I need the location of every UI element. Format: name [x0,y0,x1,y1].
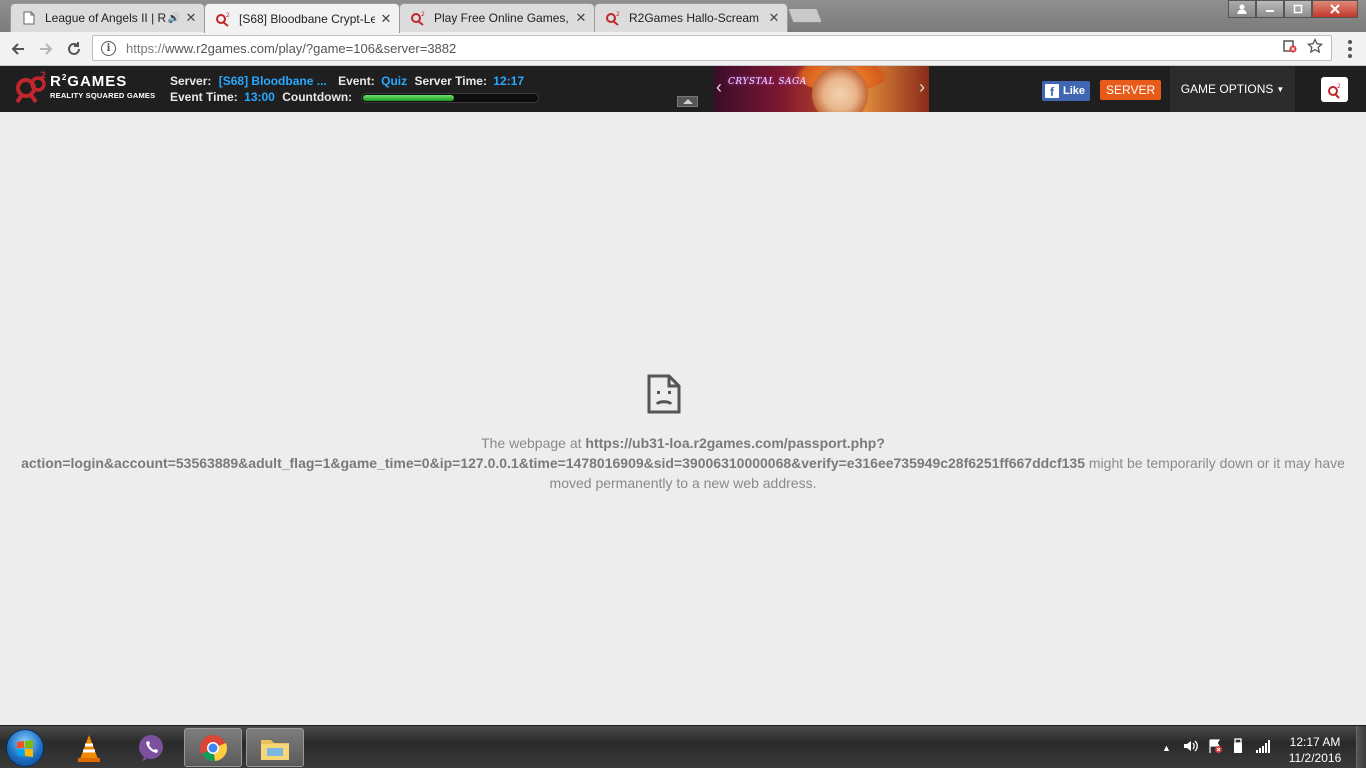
new-tab-button[interactable] [787,8,823,23]
tab-close-icon[interactable]: ✕ [574,10,588,26]
facebook-like-button[interactable]: f Like [1042,81,1091,101]
r2games-icon: 2 [605,10,621,26]
crystal-saga-banner[interactable]: CRYSTAL SAGA ‹ › [714,66,929,112]
error-message: The webpage at https://ub31-loa.r2games.… [21,435,1345,491]
event-time-label: Event Time: [170,90,238,104]
event-label: Event: [338,74,375,88]
info-icon[interactable]: i [101,40,116,56]
start-button[interactable] [6,729,44,767]
reload-icon [68,42,80,55]
browser-toolbar: i https://www.r2games.com/play/?game=106… [0,32,1366,66]
bookmark-star-icon[interactable] [1306,37,1324,58]
clock-date: 11/2/2016 [1288,751,1342,765]
action-center-flag-icon[interactable] [1207,738,1223,757]
tab-league-of-angels[interactable]: League of Angels II | R2Games 🔊 ✕ [10,3,205,32]
tab-play-free-online-games[interactable]: 2 Play Free Online Games, R2Games ✕ [399,3,595,32]
speaker-icon[interactable]: 🔊 [168,13,180,24]
forward-arrow-icon [40,43,53,55]
url-text[interactable]: https://www.r2games.com/play/?game=106&s… [126,41,1273,56]
tab-close-icon[interactable]: ✕ [767,10,781,26]
error-url-line1: https://ub31-loa.r2games.com/passport.ph… [585,435,885,451]
tab-title: R2Games Hallo-Scream Event [629,11,763,25]
tab-strip: League of Angels II | R2Games 🔊 ✕ 2 [S68… [0,0,1366,33]
reload-button[interactable] [62,37,86,61]
forward-button[interactable] [34,37,58,61]
tab-close-icon[interactable]: ✕ [184,10,198,26]
usb-device-icon[interactable] [1231,738,1245,757]
tab-title: Play Free Online Games, R2Games [434,11,570,25]
facebook-icon: f [1045,84,1059,98]
system-tray: ▲ [1162,726,1271,768]
back-arrow-icon [11,43,24,55]
blocked-content-icon[interactable] [1283,39,1297,57]
error-page: The webpage at https://ub31-loa.r2games.… [0,112,1366,725]
svg-text:2: 2 [40,71,46,81]
tab-close-icon[interactable]: ✕ [379,11,393,27]
show-desktop-button[interactable] [1356,726,1366,768]
site-header: 2 R2GAMES REALITY SQUARED GAMES Server: … [0,66,1366,112]
r2games-logo[interactable]: 2 R2GAMES REALITY SQUARED GAMES [14,70,155,104]
network-signal-icon[interactable] [1255,739,1271,756]
banner-title: CRYSTAL SAGA [728,77,807,87]
error-url-line2: action=login&account=53563889&adult_flag… [21,455,1085,471]
svg-text:2: 2 [421,11,425,18]
logo-tagline: REALITY SQUARED GAMES [50,91,156,101]
server-value[interactable]: [S68] Bloodbane ... [219,74,327,88]
server-info-row: Server: [S68] Bloodbane ... Event: Quiz … [170,74,524,88]
chrome-taskbar-icon[interactable] [184,728,242,767]
collapse-header-button[interactable] [677,96,698,107]
server-label: Server: [170,74,212,88]
r2games-icon: 2 [410,10,426,26]
address-bar[interactable]: i https://www.r2games.com/play/?game=106… [92,35,1332,61]
svg-text:2: 2 [1337,83,1341,90]
close-window-button[interactable] [1312,0,1358,18]
vlc-taskbar-icon[interactable] [60,728,118,767]
file-explorer-taskbar-icon[interactable] [246,728,304,767]
taskbar-clock[interactable]: 12:17 AM 11/2/2016 [1280,734,1350,766]
svg-text:2: 2 [616,11,620,18]
volume-icon[interactable] [1183,739,1199,756]
server-time-label: Server Time: [414,74,487,88]
r2games-account-icon[interactable]: 2 [1321,77,1348,102]
show-hidden-icons-icon[interactable]: ▲ [1162,743,1171,753]
tab-title: [S68] Bloodbane Crypt-League of Angels [239,11,375,26]
minimize-button[interactable] [1256,0,1284,18]
page-icon [21,10,37,26]
countdown-progress-fill [362,94,455,101]
r2games-icon: 2 [215,11,231,27]
svg-text:2: 2 [226,12,230,19]
chevron-right-icon[interactable]: › [919,77,925,98]
event-time-value: 13:00 [244,90,275,104]
sad-page-icon [647,374,681,414]
server-time-value: 12:17 [493,74,524,88]
chevron-left-icon[interactable]: ‹ [716,77,722,98]
tab-bloodbane-crypt[interactable]: 2 [S68] Bloodbane Crypt-League of Angels… [204,3,400,33]
r2games-logo-icon: 2 [15,71,46,104]
window-controls [1228,0,1358,18]
browser-menu-icon[interactable] [1342,40,1358,58]
profile-icon[interactable] [1228,0,1256,18]
chevron-up-icon [682,99,693,104]
tab-hallo-scream[interactable]: 2 R2Games Hallo-Scream Event ✕ [594,3,788,32]
windows-logo-icon [17,740,33,757]
event-value[interactable]: Quiz [381,74,407,88]
viber-taskbar-icon[interactable] [122,728,180,767]
countdown-label: Countdown: [282,90,353,104]
countdown-progress-bar [360,92,539,103]
tab-title: League of Angels II | R2Games [45,11,166,25]
caret-down-icon: ▼ [1276,84,1285,94]
clock-time: 12:17 AM [1289,735,1341,749]
game-options-menu[interactable]: GAME OPTIONS ▼ [1170,66,1295,112]
maximize-button[interactable] [1284,0,1312,18]
back-button[interactable] [6,37,30,61]
event-time-row: Event Time: 13:00 Countdown: [170,90,539,104]
windows-taskbar: ▲ 12:17 AM 11/2/2016 [0,725,1366,768]
logo-name: R2GAMES [50,73,128,91]
server-button[interactable]: SERVER [1100,80,1162,100]
